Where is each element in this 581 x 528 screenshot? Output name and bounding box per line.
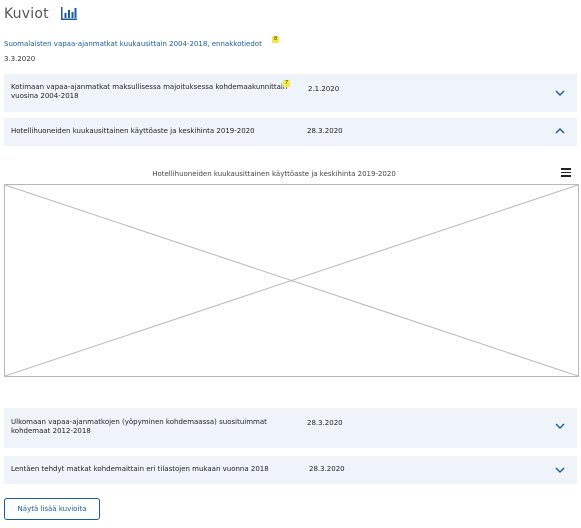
page-title: Kuviot (4, 6, 49, 22)
chart-title: Hotellihuoneiden kuukausittainen käyttöa… (152, 170, 396, 178)
hamburger-menu-icon[interactable] (561, 168, 571, 177)
accordion-row[interactable]: Ulkomaan vapaa-ajanmatkojen (yöpyminen k… (4, 408, 577, 448)
accordion-row[interactable]: Hotellihuoneiden kuukausittainen käyttöa… (4, 118, 577, 146)
row-title: Ulkomaan vapaa-ajanmatkojen (yöpyminen k… (11, 418, 267, 435)
note-badge[interactable]: 8 (272, 36, 280, 43)
chevron-down-icon[interactable] (555, 466, 565, 474)
intro-link[interactable]: Suomalaisten vapaa-ajanmatkat kuukausitt… (4, 40, 262, 48)
intro-date: 3.3.2020 (4, 55, 36, 63)
bar-chart-icon[interactable] (60, 6, 77, 20)
section-header: Kuviot (4, 6, 77, 22)
chevron-up-icon[interactable] (555, 127, 565, 135)
row-title: Hotellihuoneiden kuukausittainen käyttöa… (11, 127, 255, 135)
row-title: Lentäen tehdyt matkat kohdemaittain eri … (11, 465, 269, 473)
chevron-down-icon[interactable] (555, 89, 565, 97)
row-date: 28.3.2020 (307, 419, 343, 427)
accordion-row[interactable]: Lentäen tehdyt matkat kohdemaittain eri … (4, 456, 577, 484)
show-more-button[interactable]: Näytä lisää kuvioita (4, 498, 100, 520)
chevron-down-icon[interactable] (555, 422, 565, 430)
image-placeholder (4, 184, 579, 377)
row-date: 2.1.2020 (308, 85, 340, 93)
row-date: 28.3.2020 (307, 127, 343, 135)
note-badge[interactable]: 7 (283, 80, 291, 87)
row-date: 28.3.2020 (309, 465, 345, 473)
row-title: Kotimaan vapaa-ajanmatkat maksullisessa … (11, 83, 288, 100)
accordion-row[interactable]: Kotimaan vapaa-ajanmatkat maksullisessa … (4, 74, 577, 112)
